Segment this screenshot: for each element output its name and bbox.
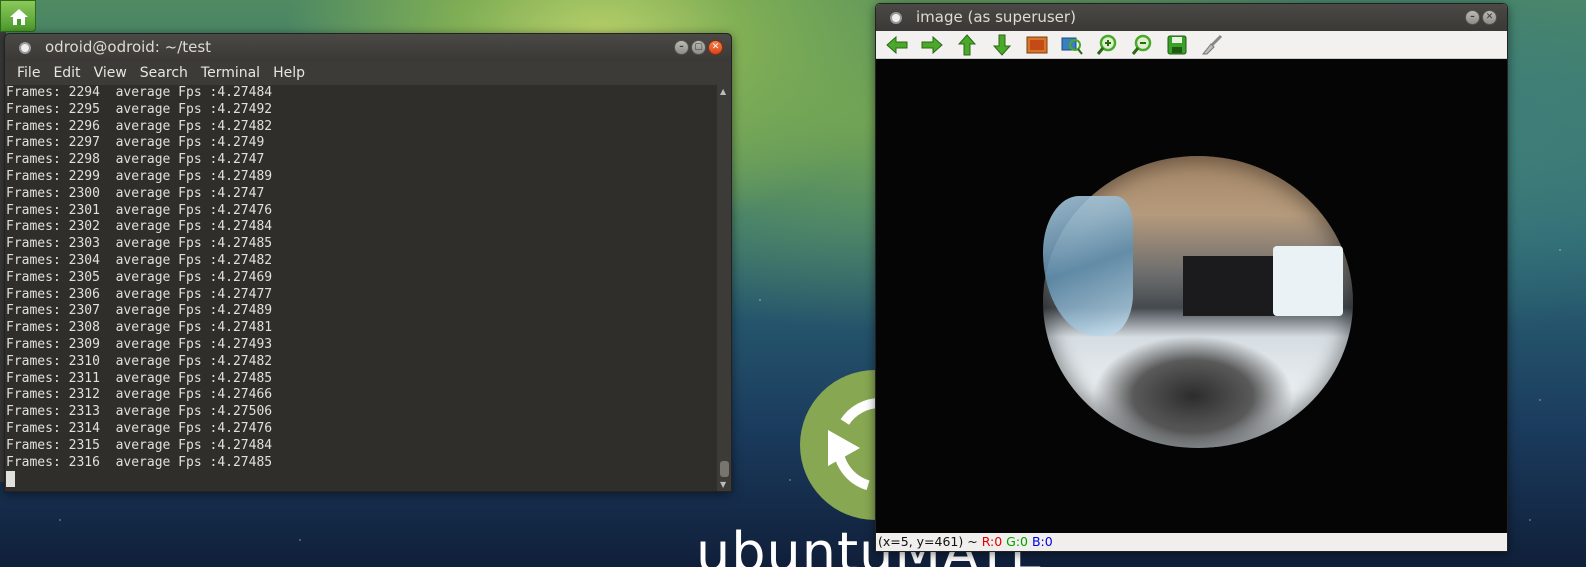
- terminal-scrollbar[interactable]: ▲ ▼: [717, 85, 731, 491]
- terminal-line: Frames: 2297 average Fps :4.2749: [6, 135, 265, 151]
- scroll-down-arrow-icon[interactable]: ▼: [720, 480, 726, 489]
- terminal-line: Frames: 2301 average Fps :4.27476: [6, 202, 273, 218]
- menu-edit[interactable]: Edit: [47, 61, 87, 85]
- pixel-red-value: R:0: [981, 534, 1003, 549]
- maximize-button[interactable]: ▢: [691, 40, 706, 55]
- terminal-line: Frames: 2299 average Fps :4.27489: [6, 168, 273, 184]
- image-window-titlebar[interactable]: image (as superuser) – ✕: [876, 4, 1507, 31]
- terminal-line: Frames: 2313 average Fps :4.27506: [6, 404, 273, 420]
- save-icon[interactable]: [1164, 33, 1190, 57]
- zoom-fit-icon[interactable]: [1059, 33, 1085, 57]
- minimize-button[interactable]: –: [674, 40, 689, 55]
- terminal-line: Frames: 2300 average Fps :4.2747: [6, 185, 265, 201]
- image-viewer-window[interactable]: image (as superuser) – ✕ (x=5, y=461) ~ …: [875, 3, 1508, 552]
- terminal-cursor: [6, 471, 15, 488]
- fisheye-camera-image: [1043, 156, 1353, 448]
- menu-search[interactable]: Search: [134, 61, 195, 85]
- zoom-in-icon[interactable]: [1094, 33, 1120, 57]
- scroll-up-arrow-icon[interactable]: ▲: [720, 87, 726, 96]
- window-menu-icon[interactable]: [890, 12, 902, 24]
- arrow-down-icon[interactable]: [989, 33, 1015, 57]
- minimize-button[interactable]: –: [1465, 10, 1480, 25]
- terminal-line: Frames: 2312 average Fps :4.27466: [6, 387, 273, 403]
- terminal-titlebar[interactable]: odroid@odroid: ~/test – ▢ ✕: [5, 34, 731, 61]
- terminal-line: Frames: 2315 average Fps :4.27484: [6, 437, 273, 453]
- terminal-title: odroid@odroid: ~/test: [45, 38, 212, 56]
- arrow-right-icon[interactable]: [919, 33, 945, 57]
- image-window-title: image (as superuser): [916, 8, 1076, 26]
- image-desk: [1183, 256, 1283, 316]
- terminal-line: Frames: 2302 average Fps :4.27484: [6, 219, 273, 235]
- image-water-bottles: [1043, 196, 1133, 336]
- terminal-line: Frames: 2305 average Fps :4.27469: [6, 269, 273, 285]
- terminal-line: Frames: 2310 average Fps :4.27482: [6, 353, 273, 369]
- close-button[interactable]: ✕: [708, 40, 723, 55]
- zoom-out-icon[interactable]: [1129, 33, 1155, 57]
- terminal-line: Frames: 2309 average Fps :4.27493: [6, 336, 273, 352]
- menu-view[interactable]: View: [88, 61, 134, 85]
- pixel-blue-value: B:0: [1031, 534, 1053, 549]
- image-monitor: [1273, 246, 1343, 316]
- home-icon: [10, 9, 28, 25]
- pixel-coords: (x=5, y=461) ~: [878, 534, 982, 549]
- terminal-line: Frames: 2303 average Fps :4.27485: [6, 236, 273, 252]
- terminal-line: Frames: 2307 average Fps :4.27489: [6, 303, 273, 319]
- terminal-menubar: File Edit View Search Terminal Help: [5, 61, 731, 85]
- arrow-left-icon[interactable]: [884, 33, 910, 57]
- terminal-line: Frames: 2308 average Fps :4.27481: [6, 320, 273, 336]
- menu-terminal[interactable]: Terminal: [195, 61, 267, 85]
- terminal-window[interactable]: odroid@odroid: ~/test – ▢ ✕ File Edit Vi…: [4, 33, 732, 492]
- image-toolbar: [876, 31, 1507, 59]
- terminal-line: Frames: 2298 average Fps :4.2747: [6, 152, 265, 168]
- terminal-output[interactable]: Frames: 2294 average Fps :4.27484 Frames…: [5, 85, 717, 491]
- terminal-line: Frames: 2294 average Fps :4.27484: [6, 85, 273, 100]
- terminal-line: Frames: 2296 average Fps :4.27482: [6, 118, 273, 134]
- terminal-line: Frames: 2316 average Fps :4.27485: [6, 454, 273, 470]
- terminal-line: Frames: 2311 average Fps :4.27485: [6, 370, 273, 386]
- close-button[interactable]: ✕: [1482, 10, 1497, 25]
- menu-file[interactable]: File: [11, 61, 47, 85]
- menu-help[interactable]: Help: [267, 61, 312, 85]
- scroll-thumb[interactable]: [720, 461, 729, 477]
- brush-icon[interactable]: [1199, 33, 1225, 57]
- home-folder-desktop-icon[interactable]: [0, 0, 36, 32]
- arrow-up-icon[interactable]: [954, 33, 980, 57]
- terminal-line: Frames: 2314 average Fps :4.27476: [6, 420, 273, 436]
- pixel-info-statusbar: (x=5, y=461) ~ R:0 G:0 B:0: [876, 533, 1507, 551]
- pixel-green-value: G:0: [1006, 534, 1028, 549]
- picture-icon[interactable]: [1024, 33, 1050, 57]
- window-menu-icon[interactable]: [19, 42, 31, 54]
- terminal-line: Frames: 2306 average Fps :4.27477: [6, 286, 273, 302]
- terminal-line: Frames: 2295 average Fps :4.27492: [6, 101, 273, 117]
- terminal-line: Frames: 2304 average Fps :4.27482: [6, 252, 273, 268]
- image-canvas[interactable]: [876, 59, 1507, 535]
